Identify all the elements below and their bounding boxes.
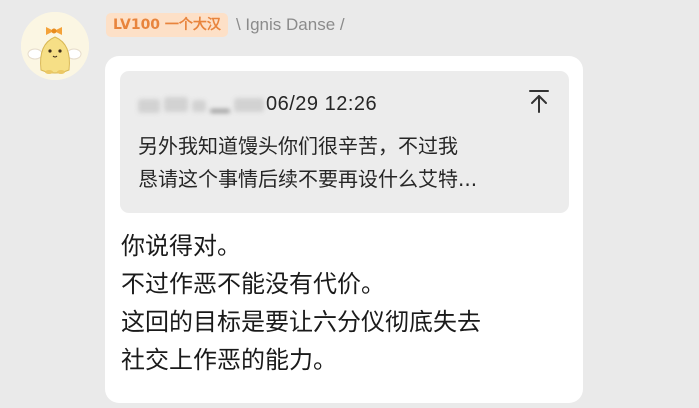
quote-header: 06/29 12:26 bbox=[138, 91, 377, 117]
message-line: 这回的目标是要让六分仪彻底失去 bbox=[121, 308, 481, 336]
level-badge[interactable]: LV100 一个大汉 bbox=[106, 13, 228, 37]
avatar[interactable] bbox=[21, 12, 89, 80]
message-line: 你说得对。 bbox=[121, 232, 241, 260]
sumikko-character-avatar-icon bbox=[21, 12, 89, 80]
quote-line: 恳请这个事情后续不要再设什么艾特... bbox=[138, 167, 478, 191]
sender-name[interactable]: \ Ignis Danse / bbox=[236, 15, 345, 35]
quoted-message[interactable]: 06/29 12:26 另外我知道馒头你们很辛苦，不过我 恳请这个事情后续不要再… bbox=[120, 71, 569, 213]
jump-to-top-icon[interactable] bbox=[526, 87, 552, 115]
quote-line: 另外我知道馒头你们很辛苦，不过我 bbox=[138, 134, 458, 158]
sender-header: LV100 一个大汉 \ Ignis Danse / bbox=[106, 12, 345, 38]
message-line: 社交上作恶的能力。 bbox=[121, 346, 337, 374]
quote-text: 另外我知道馒头你们很辛苦，不过我 恳请这个事情后续不要再设什么艾特... bbox=[138, 130, 558, 196]
quote-timestamp: 06/29 12:26 bbox=[266, 92, 378, 115]
blurred-username bbox=[138, 92, 266, 116]
message-bubble[interactable]: 06/29 12:26 另外我知道馒头你们很辛苦，不过我 恳请这个事情后续不要再… bbox=[105, 56, 583, 403]
message-line: 不过作恶不能没有代价。 bbox=[121, 270, 385, 298]
message-text: 你说得对。 不过作恶不能没有代价。 这回的目标是要让六分仪彻底失去 社交上作恶的… bbox=[121, 227, 571, 379]
